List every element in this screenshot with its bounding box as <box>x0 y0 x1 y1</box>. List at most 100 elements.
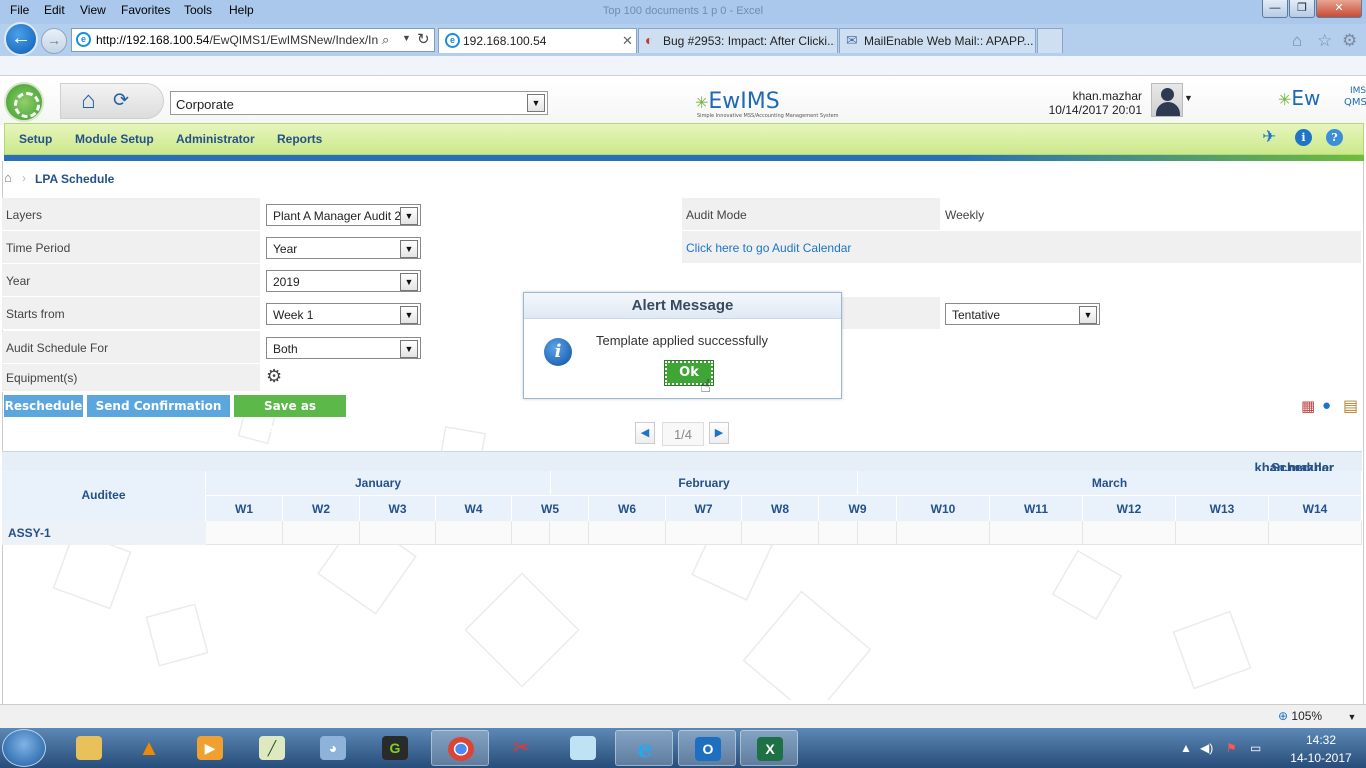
taskbar-snipping[interactable]: ✂ <box>492 730 550 766</box>
menu-view[interactable]: View <box>80 3 106 17</box>
schedule-cell[interactable] <box>436 521 512 545</box>
refresh-icon[interactable]: ⟳ <box>113 89 129 112</box>
schedule-cell[interactable] <box>819 521 858 545</box>
chevron-down-icon[interactable]: ▼ <box>400 340 418 358</box>
schedule-cell[interactable] <box>589 521 666 545</box>
calendar-icon[interactable]: ▦ <box>1301 397 1315 415</box>
tab-192-168-100-54[interactable]: e 192.168.100.54 ✕ <box>438 28 637 53</box>
schedule-cell[interactable] <box>1083 521 1176 545</box>
chevron-down-icon[interactable]: ▼ <box>400 273 418 291</box>
schedule-cell[interactable] <box>512 521 550 545</box>
year-select[interactable]: 2019 ▼ <box>266 270 421 292</box>
taskbar-excel[interactable]: X <box>740 730 798 766</box>
menu-help[interactable]: Help <box>229 3 254 17</box>
schedule-cell[interactable] <box>990 521 1083 545</box>
menu-file[interactable]: File <box>10 3 29 17</box>
taskbar-outlook[interactable]: O <box>678 730 736 766</box>
chevron-down-icon[interactable]: ▼ <box>1184 93 1193 103</box>
info-icon[interactable]: i <box>1295 129 1312 146</box>
avatar[interactable] <box>1151 83 1183 117</box>
tab-mailenable[interactable]: ✉ MailEnable Web Mail:: APAPP... <box>839 28 1036 53</box>
menu-edit[interactable]: Edit <box>44 3 65 17</box>
layers-select[interactable]: Plant A Manager Audit 2 ▼ <box>266 204 421 226</box>
schedule-cell[interactable] <box>858 521 897 545</box>
schedule-cell[interactable] <box>666 521 742 545</box>
network-alert-icon[interactable]: ⚑ <box>1226 741 1237 755</box>
nav-module-setup[interactable]: Module Setup <box>75 132 154 146</box>
status-select[interactable]: Tentative ▼ <box>945 303 1100 325</box>
save-as-template-button[interactable]: Save as Template <box>234 395 346 435</box>
schedule-cell[interactable] <box>1269 521 1362 545</box>
gear-icon[interactable]: ⚙ <box>266 366 282 387</box>
schedule-cell[interactable] <box>550 521 589 545</box>
taskbar-greenshot[interactable]: G <box>366 730 424 766</box>
home-icon[interactable]: ⌂ <box>81 87 96 115</box>
time-period-select[interactable]: Year ▼ <box>266 237 421 259</box>
monitor-icon[interactable]: ▭ <box>1250 741 1261 755</box>
schedule-cell[interactable] <box>360 521 436 545</box>
schedule-cell[interactable] <box>897 521 990 545</box>
menu-tools[interactable]: Tools <box>184 3 212 17</box>
chat-icon[interactable]: ● <box>1322 397 1331 414</box>
taskbar-chrome[interactable] <box>431 730 489 766</box>
pager-prev-button[interactable]: ◀ <box>635 422 655 444</box>
home-icon[interactable]: ⌂ <box>4 170 12 185</box>
send-confirmation-mail-button[interactable]: Send Confirmation Mail <box>87 395 230 435</box>
address-url[interactable]: http://192.168.100.54/EwQIMS1/EwIMSNew/I… <box>96 33 378 47</box>
schedule-cell[interactable] <box>742 521 819 545</box>
favorites-star-icon[interactable]: ☆ <box>1317 31 1332 51</box>
chevron-down-icon[interactable]: ▼ <box>1079 306 1097 324</box>
chevron-down-icon[interactable]: ▼ <box>402 33 411 43</box>
starts-from-select[interactable]: Week 1 ▼ <box>266 303 421 325</box>
maximize-button[interactable]: ❐ <box>1289 0 1315 18</box>
chevron-down-icon[interactable]: ▼ <box>400 207 418 225</box>
clock-time[interactable]: 14:32 <box>1276 733 1366 747</box>
new-tab-button[interactable] <box>1037 28 1063 53</box>
tab-bug-2953[interactable]: ◐ Bug #2953: Impact: After Clicki... <box>638 28 838 53</box>
taskbar-internet-explorer[interactable]: e <box>615 730 673 766</box>
pin-icon[interactable]: ✈ <box>1262 127 1276 147</box>
scheduler-info: Scheduler Name khan.mazhar <box>1254 460 1334 490</box>
layout-icon[interactable]: ▤ <box>1343 396 1358 416</box>
address-bar[interactable]: e http://192.168.100.54/EwQIMS1/EwIMSNew… <box>71 28 435 52</box>
taskbar-paint[interactable]: ◕ <box>304 730 362 766</box>
help-icon[interactable]: ? <box>1326 129 1343 146</box>
close-window-button[interactable]: ✕ <box>1316 0 1362 18</box>
auditee-header: Auditee <box>2 471 206 521</box>
start-button[interactable] <box>2 729 46 767</box>
refresh-icon[interactable]: ↻ <box>417 30 430 48</box>
menu-favorites[interactable]: Favorites <box>121 3 170 17</box>
schedule-cell[interactable] <box>1176 521 1269 545</box>
taskbar-chart-app[interactable]: ╱ <box>243 730 301 766</box>
taskbar-notes[interactable] <box>554 730 612 766</box>
chevron-down-icon[interactable]: ▼ <box>1347 712 1356 722</box>
nav-administrator[interactable]: Administrator <box>176 132 255 146</box>
chevron-down-icon[interactable]: ▼ <box>400 306 418 324</box>
taskbar-media-player[interactable]: ▶ <box>181 730 239 766</box>
chevron-down-icon[interactable]: ▼ <box>400 240 418 258</box>
chevron-down-icon[interactable]: ▼ <box>527 94 545 112</box>
reschedule-button[interactable]: Reschedule <box>4 395 83 417</box>
gear-icon[interactable]: ⚙ <box>1342 31 1357 51</box>
speaker-icon[interactable]: ◀) <box>1200 741 1213 755</box>
clock-date[interactable]: 14-10-2017 <box>1276 751 1366 765</box>
schedule-for-select[interactable]: Both ▼ <box>266 337 421 359</box>
minimize-button[interactable]: — <box>1262 0 1288 18</box>
close-tab-icon[interactable]: ✕ <box>622 33 633 49</box>
search-icon[interactable]: ⌕ <box>382 32 389 48</box>
schedule-cell[interactable] <box>206 521 283 545</box>
taskbar-explorer[interactable] <box>60 730 118 766</box>
back-button[interactable]: ← <box>4 22 38 56</box>
nav-setup[interactable]: Setup <box>19 132 52 146</box>
forward-button[interactable]: → <box>41 28 67 54</box>
audit-calendar-link[interactable]: Click here to go Audit Calendar <box>686 241 851 255</box>
week-header: W12 <box>1083 495 1176 521</box>
schedule-cell[interactable] <box>283 521 360 545</box>
home-icon[interactable]: ⌂ <box>1292 31 1302 51</box>
organization-select[interactable]: Corporate ▼ <box>170 91 548 115</box>
tray-up-arrow-icon[interactable]: ▲ <box>1180 741 1192 755</box>
taskbar-vlc[interactable]: ▲ <box>120 730 178 766</box>
nav-reports[interactable]: Reports <box>277 132 322 146</box>
zoom-control[interactable]: ⊕ 105% ▼ <box>1278 709 1356 723</box>
pager-next-button[interactable]: ▶ <box>709 422 729 444</box>
